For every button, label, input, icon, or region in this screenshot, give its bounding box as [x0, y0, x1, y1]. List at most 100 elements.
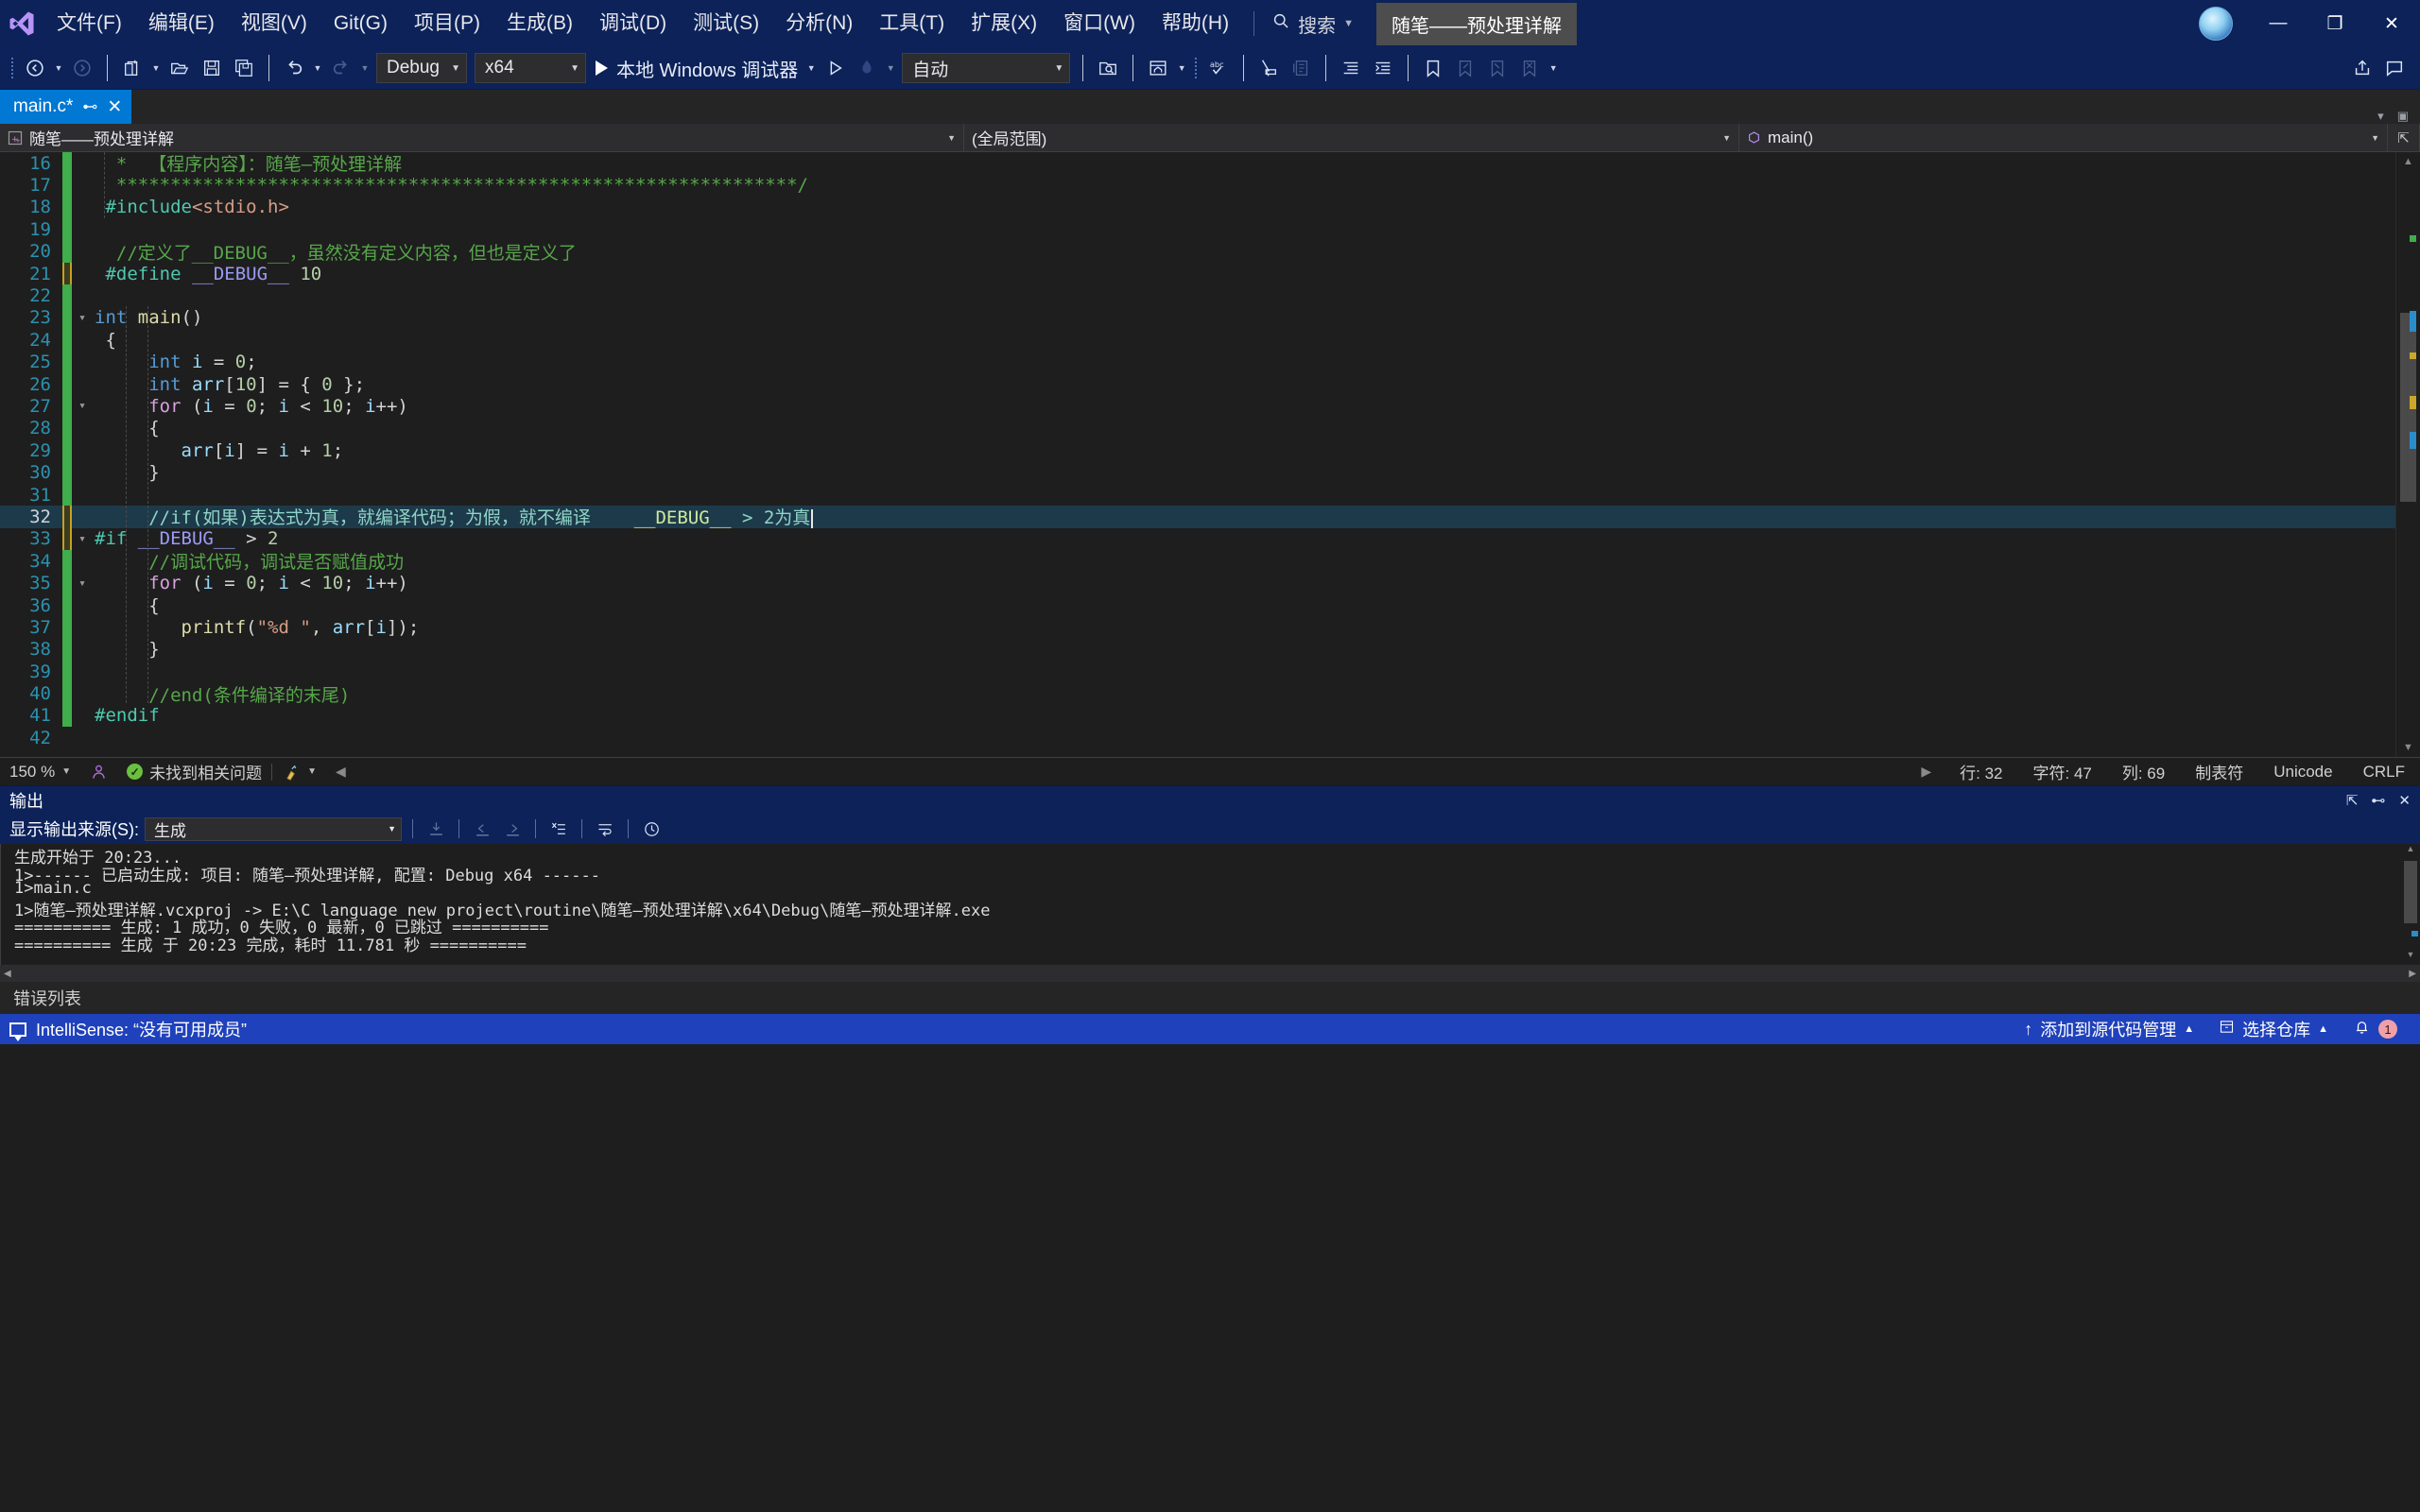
- minimize-button[interactable]: —: [2250, 0, 2307, 47]
- close-tab-icon[interactable]: ✕: [107, 96, 122, 118]
- code-line[interactable]: 36 {: [0, 593, 2420, 617]
- navigate-back-dropdown[interactable]: ▼: [51, 52, 66, 84]
- scroll-right-icon[interactable]: ▶: [1908, 764, 1945, 780]
- code-lines[interactable]: 16 * 【程序内容】：随笔—预处理详解 17 *****************…: [0, 152, 2420, 749]
- error-list-tab[interactable]: 错误列表: [0, 982, 2420, 1014]
- new-item-dropdown[interactable]: ▼: [148, 52, 164, 84]
- code-line[interactable]: 23 ▾ int main(): [0, 306, 2420, 330]
- code-line[interactable]: 34 //调试代码，调试是否赋值成功: [0, 548, 2420, 574]
- output-source-combo[interactable]: 生成 ▼: [145, 816, 402, 841]
- code-cleanup-button[interactable]: ▼: [272, 758, 326, 786]
- select-repository-button[interactable]: 选择仓库 ▲: [2211, 1014, 2336, 1044]
- play-outline-icon[interactable]: [819, 52, 851, 84]
- code-text[interactable]: ****************************************…: [93, 175, 808, 196]
- toolbar-grip[interactable]: [1189, 54, 1202, 82]
- pointer-select-icon[interactable]: [1253, 52, 1285, 84]
- scroll-down-icon[interactable]: ▼: [2401, 950, 2420, 965]
- code-line[interactable]: 37 printf("%d ", arr[i]);: [0, 616, 2420, 639]
- code-text[interactable]: int i = 0;: [93, 352, 256, 372]
- close-button[interactable]: ✕: [2363, 0, 2420, 47]
- next-bookmark-icon[interactable]: [1481, 52, 1513, 84]
- split-window-icon[interactable]: ▣: [2397, 109, 2409, 124]
- output-text-area[interactable]: 生成开始于 20:23... 1>------ 已启动生成: 项目: 随笔—预处理…: [0, 844, 2420, 965]
- clear-all-icon[interactable]: [546, 816, 571, 841]
- problems-indicator[interactable]: ✓ 未找到相关问题: [117, 758, 271, 786]
- menu-test[interactable]: 测试(S): [680, 0, 772, 47]
- encoding-indicator[interactable]: Unicode: [2258, 763, 2347, 782]
- scroll-down-icon[interactable]: ▼: [2396, 738, 2420, 757]
- toolbar-overflow-icon[interactable]: ▼: [1546, 52, 1561, 84]
- close-icon[interactable]: ✕: [2398, 792, 2411, 809]
- feedback-icon[interactable]: [2378, 52, 2411, 84]
- clear-bookmarks-icon[interactable]: [1513, 52, 1546, 84]
- menu-analyze[interactable]: 分析(N): [772, 0, 866, 47]
- scroll-left-icon[interactable]: ◀: [326, 758, 355, 786]
- tab-main-c[interactable]: main.c* ⊷ ✕: [0, 90, 132, 124]
- code-text[interactable]: //end(条件编译的末尾): [93, 681, 350, 707]
- code-line[interactable]: 20 //定义了__DEBUG__，虽然没有定义内容，但也是定义了: [0, 239, 2420, 265]
- undo-icon[interactable]: [278, 52, 310, 84]
- code-line[interactable]: 25 int i = 0;: [0, 351, 2420, 373]
- save-all-icon[interactable]: [228, 52, 260, 84]
- scroll-up-icon[interactable]: ▲: [2401, 844, 2420, 859]
- code-text[interactable]: {: [93, 330, 115, 351]
- code-line[interactable]: 27 ▾ for (i = 0; i < 10; i++): [0, 395, 2420, 418]
- code-line[interactable]: 18 #include<stdio.h>: [0, 196, 2420, 219]
- undo-dropdown[interactable]: ▼: [310, 52, 325, 84]
- navbar-member-combo[interactable]: (全局范围) ▼: [964, 123, 1739, 152]
- code-text[interactable]: for (i = 0; i < 10; i++): [93, 396, 408, 417]
- code-line[interactable]: 26 int arr[10] = { 0 };: [0, 372, 2420, 396]
- solution-configuration-combo[interactable]: Debug ▼: [376, 53, 467, 83]
- code-line[interactable]: 31: [0, 483, 2420, 507]
- open-file-icon[interactable]: [164, 52, 196, 84]
- chevron-down-icon[interactable]: ▼: [1343, 18, 1354, 29]
- toggle-word-wrap-icon[interactable]: [593, 816, 617, 841]
- go-to-previous-message-icon[interactable]: [470, 816, 494, 841]
- code-line[interactable]: 42: [0, 727, 2420, 748]
- split-window-icon[interactable]: ⇱: [2388, 123, 2420, 152]
- eol-indicator[interactable]: CRLF: [2348, 763, 2420, 782]
- menu-tools[interactable]: 工具(T): [866, 0, 958, 47]
- collapse-region-icon[interactable]: ▾: [72, 311, 93, 325]
- previous-bookmark-icon[interactable]: [1449, 52, 1481, 84]
- code-line[interactable]: 33 ▾ #if __DEBUG__ > 2: [0, 527, 2420, 551]
- solution-explorer-icon[interactable]: [1142, 52, 1174, 84]
- code-line[interactable]: 16 * 【程序内容】：随笔—预处理详解: [0, 152, 2420, 176]
- share-icon[interactable]: [2346, 52, 2378, 84]
- search-input[interactable]: 搜索 ▼: [1266, 10, 1359, 38]
- menu-file[interactable]: 文件(F): [43, 0, 135, 47]
- code-text[interactable]: #if __DEBUG__ > 2: [93, 528, 279, 549]
- bookmark-icon[interactable]: [1417, 52, 1449, 84]
- navbar-function-combo[interactable]: main() ▼: [1739, 123, 2388, 152]
- menu-build[interactable]: 生成(B): [493, 0, 586, 47]
- code-text[interactable]: int arr[10] = { 0 };: [93, 374, 365, 395]
- code-text[interactable]: arr[i] = i + 1;: [93, 440, 344, 461]
- menu-view[interactable]: 视图(V): [228, 0, 320, 47]
- code-text[interactable]: #endif: [93, 705, 160, 726]
- output-horizontal-scrollbar[interactable]: ◀ ▶: [0, 965, 2420, 982]
- find-in-files-icon[interactable]: [1092, 52, 1124, 84]
- code-line[interactable]: 22: [0, 284, 2420, 307]
- code-line[interactable]: 41 #endif: [0, 704, 2420, 728]
- comment-block-icon[interactable]: [1285, 52, 1317, 84]
- code-line[interactable]: 38 }: [0, 638, 2420, 661]
- code-line[interactable]: 19: [0, 218, 2420, 241]
- redo-icon[interactable]: [325, 52, 357, 84]
- scroll-up-icon[interactable]: ▲: [2396, 152, 2420, 171]
- code-text[interactable]: printf("%d ", arr[i]);: [93, 617, 420, 638]
- code-text[interactable]: //调试代码，调试是否赋值成功: [93, 548, 404, 574]
- code-text[interactable]: #include<stdio.h>: [93, 197, 288, 217]
- history-icon[interactable]: [639, 816, 664, 841]
- user-avatar[interactable]: [2199, 7, 2233, 41]
- code-text[interactable]: * 【程序内容】：随笔—预处理详解: [93, 152, 402, 176]
- code-text[interactable]: //定义了__DEBUG__，虽然没有定义内容，但也是定义了: [93, 239, 577, 265]
- pin-icon[interactable]: ⊷: [2371, 792, 2385, 809]
- toolbar-grip[interactable]: [6, 54, 19, 82]
- notifications-button[interactable]: 1: [2345, 1014, 2405, 1044]
- chevron-down-icon[interactable]: ▼: [307, 766, 317, 777]
- menu-help[interactable]: 帮助(H): [1149, 0, 1242, 47]
- code-line[interactable]: 35 ▾ for (i = 0; i < 10; i++): [0, 572, 2420, 594]
- menu-edit[interactable]: 编辑(E): [135, 0, 228, 47]
- code-line[interactable]: 32 //if(如果)表达式为真，就编译代码；为假，就不编译 __DEBUG__…: [0, 506, 2420, 528]
- code-line[interactable]: 24 {: [0, 329, 2420, 352]
